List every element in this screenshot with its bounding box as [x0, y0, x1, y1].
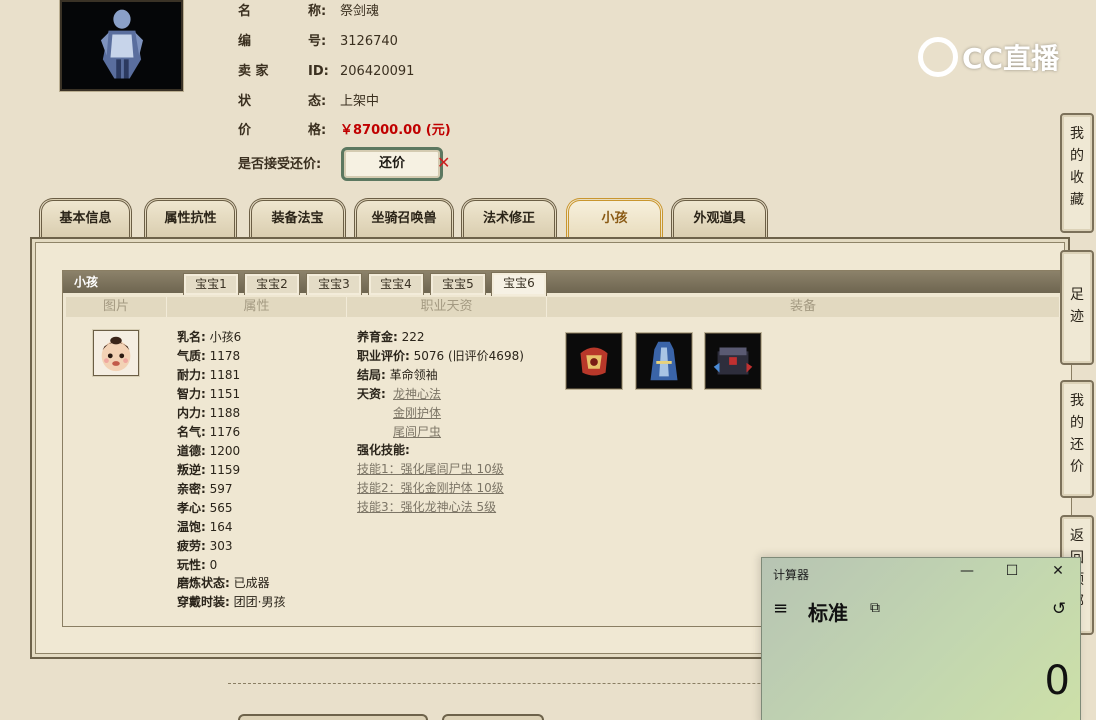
price-label-suffix: 格:: [308, 123, 327, 138]
skill-link-3[interactable]: 技能3：强化龙神心法 5级: [357, 498, 496, 517]
tab-basic-info[interactable]: 基本信息: [39, 198, 132, 238]
maximize-icon[interactable]: ☐: [1002, 563, 1022, 579]
calculator-display: 0: [1044, 658, 1070, 704]
cc-logo-icon: [918, 37, 958, 77]
child-panel-title: 小孩: [74, 275, 99, 289]
attr-nickname: 乳名: 小孩6: [177, 330, 242, 344]
status-label-suffix: 态:: [308, 94, 327, 109]
attr-intimacy: 亲密: 597: [177, 482, 233, 496]
hamburger-menu-icon[interactable]: ≡: [773, 598, 788, 619]
bottom-button-right[interactable]: [442, 714, 544, 720]
tab-appearance[interactable]: 外观道具: [671, 198, 768, 238]
counter-offer-label: 是否接受还价:: [238, 154, 348, 176]
attr-rebellion: 叛逆: 1159: [177, 463, 241, 477]
column-header-career: 职业天资: [347, 297, 547, 317]
keep-on-top-icon[interactable]: ⧉: [870, 600, 880, 616]
attr-outfit: 穿戴时装: 团团·男孩: [177, 595, 286, 609]
history-icon[interactable]: ↺: [1052, 599, 1066, 619]
tab-baby-4[interactable]: 宝宝4: [368, 273, 424, 295]
talent-link-3[interactable]: 尾闾尸虫: [393, 423, 441, 442]
calculator-mode: 标准: [808, 601, 848, 625]
info-row-price: 价 格: ￥87000.00 (元): [238, 120, 538, 142]
cc-live-logo: CC直播: [918, 37, 1068, 80]
name-label-suffix: 称:: [308, 4, 327, 19]
tab-equipment[interactable]: 装备法宝: [249, 198, 346, 238]
attr-fame: 名气: 1176: [177, 425, 241, 439]
career-raise-fund: 养育金: 222: [357, 330, 425, 344]
skill-link-1[interactable]: 技能1：强化尾闾尸虫 10级: [357, 460, 504, 479]
side-tab-my-offers[interactable]: 我的还价: [1060, 380, 1094, 498]
career-talent-label: 天资:: [357, 387, 386, 401]
attr-satiety: 温饱: 164: [177, 520, 233, 534]
tab-child[interactable]: 小孩: [566, 198, 663, 238]
career-ending: 结局: 革命领袖: [357, 368, 438, 382]
equip-item-robe[interactable]: [636, 333, 692, 389]
close-icon: ✕: [437, 153, 451, 172]
attr-temperament: 气质: 1178: [177, 349, 241, 363]
attr-inner-power: 内力: 1188: [177, 406, 241, 420]
tab-baby-6[interactable]: 宝宝6: [491, 272, 547, 296]
skill-link-2[interactable]: 技能2：强化金刚护体 10级: [357, 479, 504, 498]
career-evaluation: 职业评价: 5076 (旧评价4698): [357, 349, 524, 363]
attr-morality: 道德: 1200: [177, 444, 241, 458]
logo-text: CC直播: [962, 42, 1060, 75]
tab-baby-2[interactable]: 宝宝2: [244, 273, 300, 295]
close-icon[interactable]: ✕: [1048, 563, 1068, 579]
counter-offer-button[interactable]: 还价: [341, 147, 443, 181]
tab-attributes[interactable]: 属性抗性: [144, 198, 237, 238]
id-label-suffix: 号:: [308, 34, 327, 49]
info-row-id: 编 号: 3126740: [238, 31, 538, 53]
equip-item-box[interactable]: [705, 333, 761, 389]
status-value: 上架中: [340, 94, 380, 109]
attr-fatigue: 疲劳: 303: [177, 539, 233, 553]
child-avatar: [93, 330, 139, 376]
counter-offer-label-text: 是否接受还价:: [238, 157, 322, 172]
attr-stamina: 耐力: 1181: [177, 368, 241, 382]
column-header-attributes: 属性: [167, 297, 347, 317]
minimize-icon[interactable]: —: [957, 563, 977, 579]
attr-training-state: 磨炼状态: 已成器: [177, 576, 270, 590]
tab-spell-mod[interactable]: 法术修正: [461, 198, 557, 238]
info-row-name: 名 称: 祭剑魂: [238, 1, 538, 23]
name-value: 祭剑魂: [340, 4, 380, 19]
talent-link-1[interactable]: 龙神心法: [393, 385, 441, 404]
side-tab-favorites[interactable]: 我的收藏: [1060, 113, 1094, 233]
calculator-title: 计算器: [773, 568, 810, 582]
attr-intellect: 智力: 1151: [177, 387, 241, 401]
career-skills-label: 强化技能:: [357, 443, 410, 457]
tab-baby-1[interactable]: 宝宝1: [183, 273, 239, 295]
column-header-equipment: 装备: [547, 297, 1060, 317]
id-value: 3126740: [340, 34, 398, 49]
attr-filial: 孝心: 565: [177, 501, 233, 515]
attr-playfulness: 玩性: 0: [177, 558, 218, 572]
seller-value: 206420091: [340, 64, 415, 79]
tab-baby-5[interactable]: 宝宝5: [430, 273, 486, 295]
side-tab-footprints[interactable]: 足迹: [1060, 250, 1094, 365]
info-row-status: 状 态: 上架中: [238, 91, 538, 113]
info-row-seller: 卖 家 ID: 206420091: [238, 61, 538, 83]
tab-mounts-pets[interactable]: 坐骑召唤兽: [354, 198, 454, 238]
character-portrait: [60, 0, 183, 91]
bottom-button-left[interactable]: [238, 714, 428, 720]
equip-item-armor[interactable]: [566, 333, 622, 389]
column-header-image: 图片: [66, 297, 167, 317]
talent-link-2[interactable]: 金刚护体: [393, 404, 441, 423]
tab-baby-3[interactable]: 宝宝3: [306, 273, 362, 295]
price-value: ￥87000.00 (元): [340, 123, 451, 138]
seller-label-suffix: ID:: [308, 64, 329, 79]
